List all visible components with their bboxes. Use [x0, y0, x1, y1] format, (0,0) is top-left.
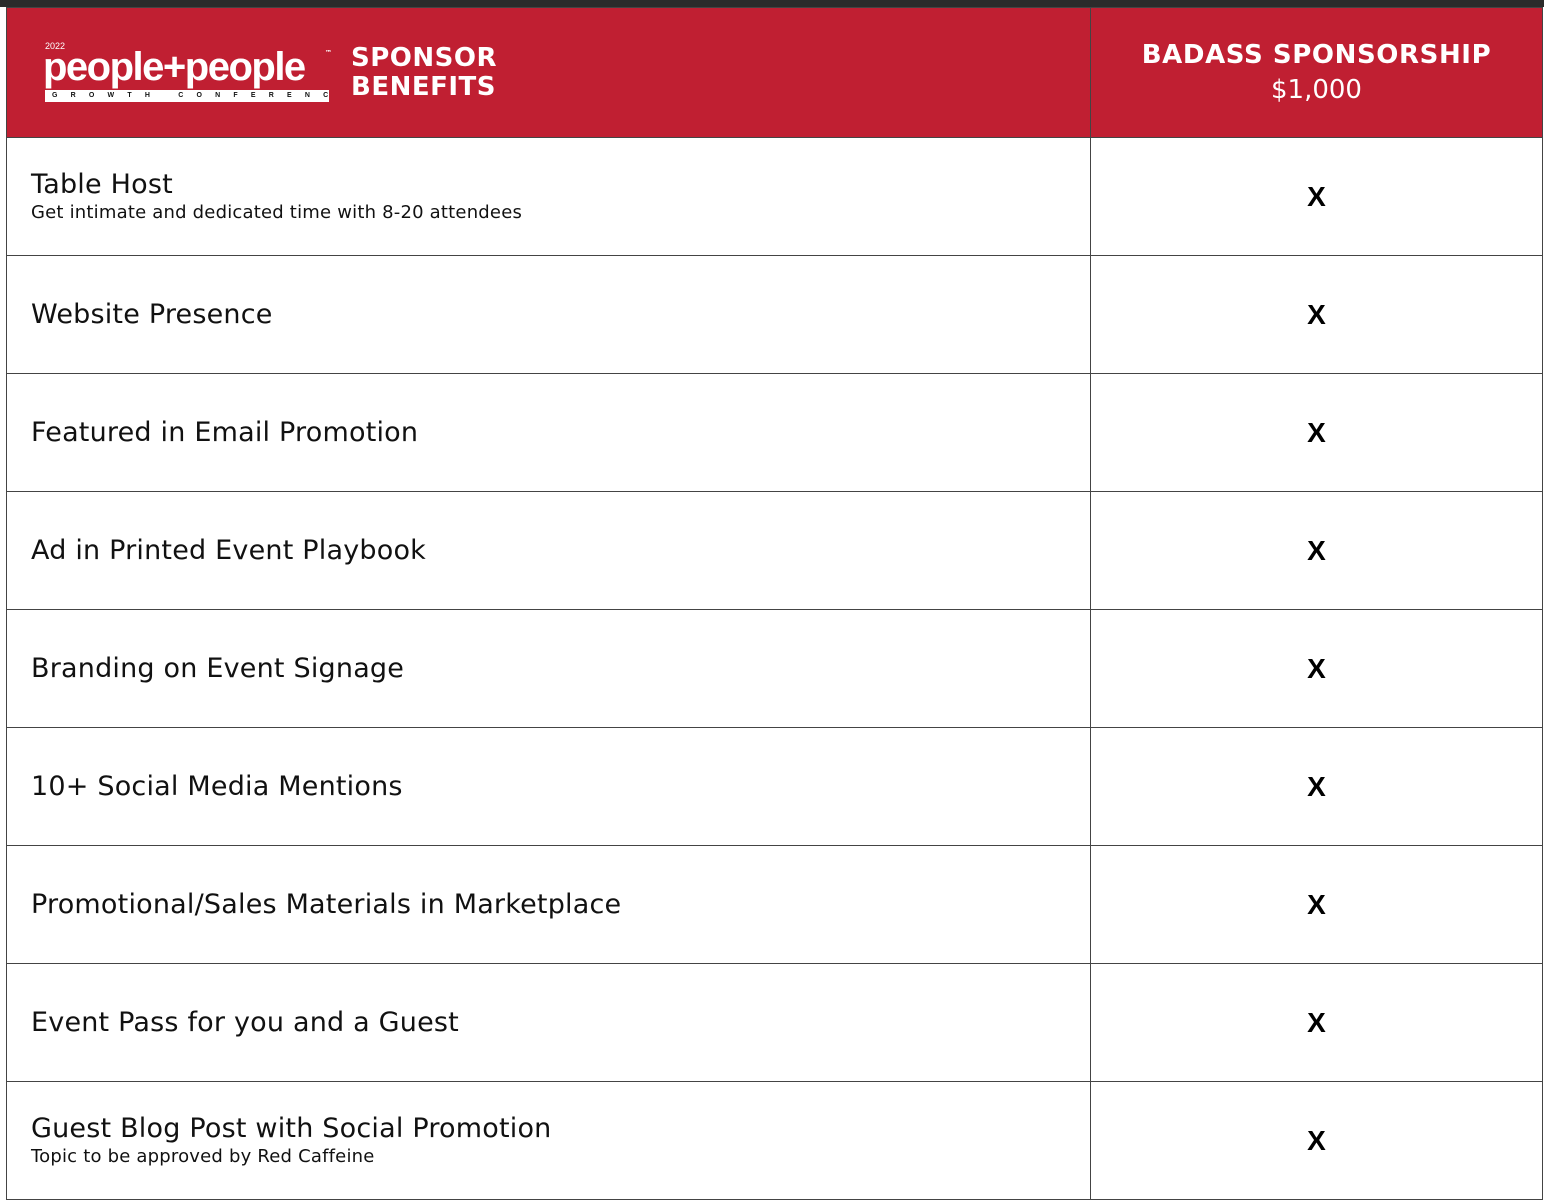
tier-cell: BADASS SPONSORSHIP $1,000 — [1090, 7, 1543, 138]
table-row: Promotional/Sales Materials in Marketpla… — [6, 845, 1543, 964]
table-row: 10+ Social Media Mentions X — [6, 727, 1543, 846]
brand-cell: 2022 people+people ™ GROWTH CONFERENCE S… — [6, 7, 1091, 138]
benefit-title: Ad in Printed Event Playbook — [31, 534, 427, 566]
included-mark: X — [1090, 137, 1543, 256]
page-title-line2: BENEFITS — [351, 71, 496, 102]
page-title-line1: SPONSOR — [351, 42, 497, 73]
included-mark: X — [1090, 491, 1543, 610]
benefit-cell: Table Host Get intimate and dedicated ti… — [6, 137, 1091, 256]
table-row: Ad in Printed Event Playbook X — [6, 491, 1543, 610]
logo-tagline: GROWTH CONFERENCE — [45, 89, 329, 102]
table-row: Table Host Get intimate and dedicated ti… — [6, 137, 1543, 256]
table-row: Branding on Event Signage X — [6, 609, 1543, 728]
header-row: 2022 people+people ™ GROWTH CONFERENCE S… — [6, 7, 1543, 138]
tier-name: BADASS SPONSORSHIP — [1141, 39, 1492, 70]
benefit-title: Event Pass for you and a Guest — [31, 1006, 459, 1038]
logo-trademark: ™ — [325, 48, 332, 57]
table-row: Featured in Email Promotion X — [6, 373, 1543, 492]
benefit-subtitle: Get intimate and dedicated time with 8-2… — [31, 201, 523, 223]
included-mark: X — [1090, 727, 1543, 846]
tier-price: $1,000 — [1271, 74, 1362, 105]
table-row: Event Pass for you and a Guest X — [6, 963, 1543, 1082]
included-mark: X — [1090, 609, 1543, 728]
benefit-cell: 10+ Social Media Mentions — [6, 727, 1091, 846]
included-mark: X — [1090, 255, 1543, 374]
benefit-cell: Featured in Email Promotion — [6, 373, 1091, 492]
benefit-title: Promotional/Sales Materials in Marketpla… — [31, 888, 622, 920]
benefit-cell: Promotional/Sales Materials in Marketpla… — [6, 845, 1091, 964]
table-row: Guest Blog Post with Social Promotion To… — [6, 1081, 1543, 1200]
conference-logo: 2022 people+people ™ GROWTH CONFERENCE — [43, 41, 333, 105]
benefit-cell: Guest Blog Post with Social Promotion To… — [6, 1081, 1091, 1200]
benefit-cell: Website Presence — [6, 255, 1091, 374]
benefit-title: 10+ Social Media Mentions — [31, 770, 403, 802]
benefits-table: 2022 people+people ™ GROWTH CONFERENCE S… — [6, 7, 1543, 1200]
table-row: Website Presence X — [6, 255, 1543, 374]
benefit-title: Guest Blog Post with Social Promotion — [31, 1112, 552, 1144]
included-mark: X — [1090, 373, 1543, 492]
included-mark: X — [1090, 1081, 1543, 1200]
benefit-cell: Event Pass for you and a Guest — [6, 963, 1091, 1082]
benefit-title: Website Presence — [31, 298, 273, 330]
benefit-cell: Ad in Printed Event Playbook — [6, 491, 1091, 610]
brand: 2022 people+people ™ GROWTH CONFERENCE S… — [7, 41, 1090, 105]
top-bar — [0, 0, 1544, 7]
included-mark: X — [1090, 963, 1543, 1082]
benefit-cell: Branding on Event Signage — [6, 609, 1091, 728]
logo-wordmark: people+people — [43, 44, 306, 89]
sponsor-benefits-page: 2022 people+people ™ GROWTH CONFERENCE S… — [0, 0, 1544, 1200]
included-mark: X — [1090, 845, 1543, 964]
page-title: SPONSOR BENEFITS — [351, 42, 497, 102]
benefit-title: Featured in Email Promotion — [31, 416, 419, 448]
benefit-subtitle: Topic to be approved by Red Caffeine — [31, 1145, 375, 1167]
benefit-title: Branding on Event Signage — [31, 652, 405, 684]
benefit-title: Table Host — [31, 168, 173, 200]
